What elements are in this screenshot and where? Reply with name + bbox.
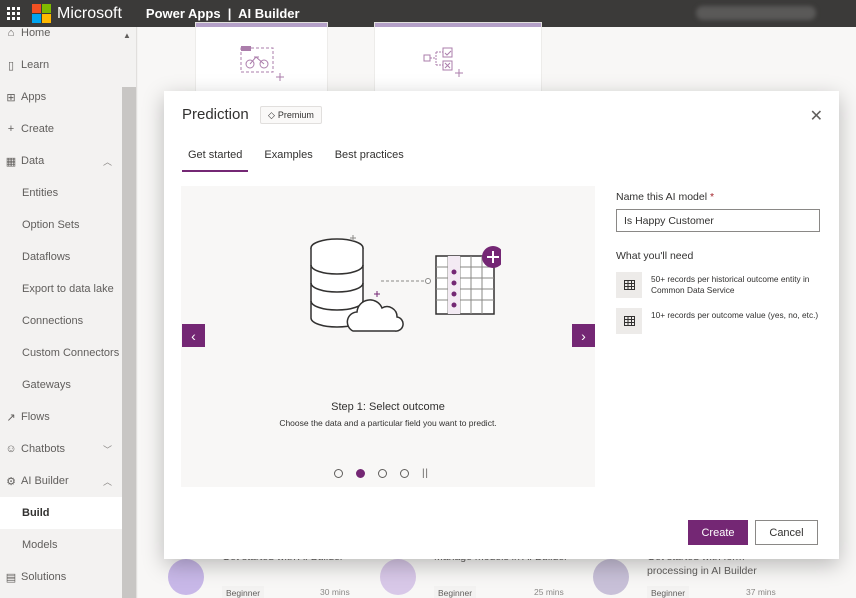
carousel-prev-button[interactable]: ‹ <box>182 324 205 347</box>
sidebar-item-flows[interactable]: ↗ Flows <box>0 401 122 433</box>
sidebar-scrollbar[interactable] <box>122 87 136 598</box>
sidebar-item-apps[interactable]: ⊞ Apps <box>0 81 122 113</box>
sidebar-item-data[interactable]: ▦ Data ︿ <box>0 145 122 177</box>
sidebar-item-connections[interactable]: Connections <box>0 305 122 337</box>
chevron-up-icon: ︿ <box>102 476 112 487</box>
sidebar-item-create[interactable]: + Create <box>0 113 122 145</box>
pause-icon[interactable]: | | <box>422 468 428 479</box>
sidebar-item-option-sets[interactable]: Option Sets <box>0 209 122 241</box>
tab-examples[interactable]: Examples <box>258 147 318 172</box>
sidebar-item-home[interactable]: ⌂ Home <box>0 27 122 49</box>
sidebar-item-build[interactable]: Build <box>0 497 122 529</box>
prediction-dialog: Prediction ◇ Premium ✕ Get started Examp… <box>164 91 839 559</box>
intro-carousel: ‹ › Step 1: Select outcome Choose the da… <box>181 186 595 487</box>
module-icon <box>168 559 204 595</box>
model-setup-panel: Name this AI model * What you'll need 50… <box>616 191 821 334</box>
carousel-next-button[interactable]: › <box>572 324 595 347</box>
chevron-right-icon: › <box>581 327 586 344</box>
duration-label: 25 mins <box>534 587 564 597</box>
requirement-item: 10+ records per outcome value (yes, no, … <box>616 308 821 334</box>
diamond-icon: ◇ <box>268 109 275 120</box>
brand-name: Microsoft <box>57 4 122 22</box>
module-icon <box>380 559 416 595</box>
apps-icon: ⊞ <box>6 91 16 104</box>
sidebar-item-export-to-data-lake[interactable]: Export to data lake <box>0 273 122 305</box>
carousel-dot-4[interactable] <box>400 469 409 478</box>
scroll-up-icon[interactable]: ▲ <box>123 31 131 40</box>
requirement-text: 10+ records per outcome value (yes, no, … <box>651 310 819 320</box>
cancel-button[interactable]: Cancel <box>755 520 818 545</box>
flow-icon: ↗ <box>6 411 16 424</box>
carousel-dot-2[interactable] <box>356 469 365 478</box>
carousel-pagination: | | <box>334 468 428 479</box>
level-badge: Beginner <box>647 586 690 598</box>
plus-icon: + <box>7 123 15 135</box>
select-outcome-illustration <box>310 235 501 332</box>
sidebar-item-ai-builder[interactable]: ⚙ AI Builder ︿ <box>0 465 122 497</box>
table-icon: ▦ <box>5 155 17 168</box>
level-badge: Beginner <box>434 586 477 598</box>
sidebar-item-learn[interactable]: ▯ Learn <box>0 49 122 81</box>
step-title: Step 1: Select outcome <box>331 401 445 413</box>
book-icon: ▯ <box>7 59 15 72</box>
sidebar-item-dataflows[interactable]: Dataflows <box>0 241 122 273</box>
model-name-input[interactable] <box>616 209 820 232</box>
model-name-label: Name this AI model * <box>616 191 715 203</box>
sidebar-item-chatbots[interactable]: ☺ Chatbots ﹀ <box>0 433 122 465</box>
tab-best-practices[interactable]: Best practices <box>329 147 410 172</box>
user-info-redacted <box>696 6 816 20</box>
dialog-title: Prediction <box>182 106 249 123</box>
chevron-left-icon: ‹ <box>191 327 196 344</box>
microsoft-logo-icon <box>32 4 51 23</box>
app-launcher-icon[interactable] <box>0 0 26 27</box>
level-badge: Beginner <box>222 586 265 598</box>
dialog-tabs: Get started Examples Best practices <box>182 147 420 172</box>
sidebar-item-custom-connectors[interactable]: Custom Connectors <box>0 337 122 369</box>
tab-get-started[interactable]: Get started <box>182 147 249 172</box>
required-mark: * <box>709 191 715 203</box>
chatbot-icon: ☺ <box>5 443 17 455</box>
module-icon <box>593 559 629 595</box>
step-description: Choose the data and a particular field y… <box>279 418 497 428</box>
sidebar: ▲ ⌂ Home ▯ Learn ⊞ Apps + Create ▦ Data ︿ Enti… <box>0 27 137 598</box>
premium-badge: ◇ Premium <box>260 106 322 124</box>
table-icon <box>616 308 642 334</box>
close-icon[interactable]: ✕ <box>810 106 823 126</box>
solutions-icon: ▤ <box>5 571 17 584</box>
requirement-text: 50+ records per historical outcome entit… <box>651 274 810 295</box>
chevron-down-icon: ﹀ <box>102 444 112 455</box>
requirements-title: What you'll need <box>616 250 694 262</box>
table-icon <box>616 272 642 298</box>
duration-label: 30 mins <box>320 587 350 597</box>
ai-builder-icon: ⚙ <box>6 475 16 488</box>
sidebar-item-models[interactable]: Models <box>0 529 122 561</box>
carousel-dot-3[interactable] <box>378 469 387 478</box>
sidebar-item-entities[interactable]: Entities <box>0 177 122 209</box>
duration-label: 37 mins <box>746 587 776 597</box>
sidebar-item-gateways[interactable]: Gateways <box>0 369 122 401</box>
sidebar-item-solutions[interactable]: ▤ Solutions <box>0 561 122 593</box>
create-button[interactable]: Create <box>688 520 748 545</box>
home-icon: ⌂ <box>7 27 15 39</box>
carousel-dot-1[interactable] <box>334 469 343 478</box>
requirement-item: 50+ records per historical outcome entit… <box>616 272 821 298</box>
chevron-up-icon: ︿ <box>102 156 112 167</box>
app-title[interactable]: Power Apps | AI Builder <box>146 6 300 21</box>
